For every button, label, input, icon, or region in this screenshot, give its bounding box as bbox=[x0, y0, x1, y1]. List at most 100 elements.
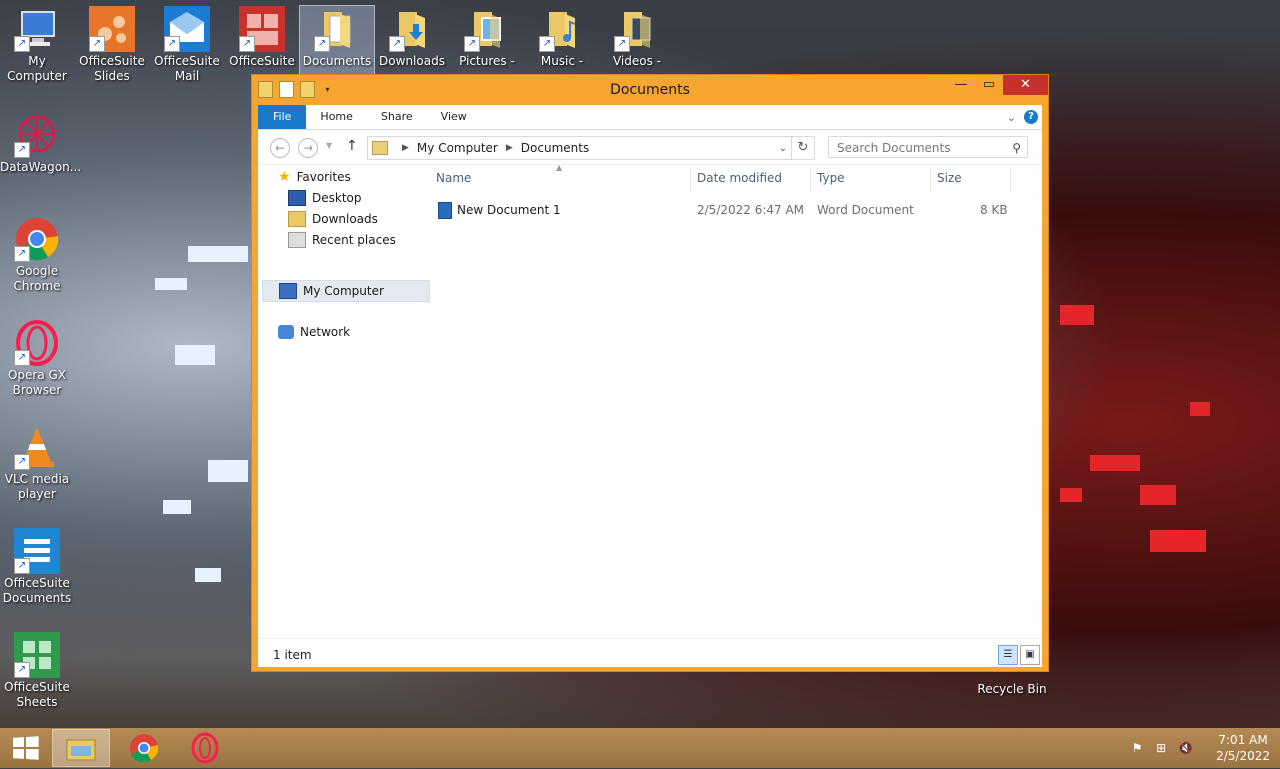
desktop-icon-label: OfficeSuite Sheets bbox=[4, 680, 70, 709]
up-button[interactable]: ↑ bbox=[346, 138, 358, 154]
taskbar-file-explorer[interactable] bbox=[52, 729, 110, 767]
desktop-icon-officesuite-slides[interactable]: ↗ OfficeSuite Slides bbox=[75, 6, 149, 84]
back-button[interactable]: ← bbox=[270, 138, 290, 158]
shortcut-arrow-icon: ↗ bbox=[239, 36, 255, 52]
taskbar: ⚑ ⊞ 🔇 7:01 AM 2/5/2022 bbox=[0, 728, 1280, 768]
desktop-icon-music[interactable]: ↗ Music - bbox=[525, 6, 599, 69]
forward-button[interactable]: → bbox=[298, 138, 318, 158]
nav-recent-places[interactable]: Recent places bbox=[288, 232, 396, 248]
network-icon[interactable]: ⊞ bbox=[1154, 741, 1168, 755]
minimize-button[interactable]: — bbox=[947, 75, 975, 95]
nav-desktop[interactable]: Desktop bbox=[288, 190, 362, 206]
column-name[interactable]: Name bbox=[436, 171, 471, 185]
column-divider[interactable] bbox=[930, 169, 931, 191]
officesuite-sheets-icon: ↗ bbox=[14, 632, 60, 678]
desktop-icon-officesuite[interactable]: ↗ OfficeSuite bbox=[225, 6, 299, 69]
explorer-window: ▾ Documents — ▭ ✕ File Home Share View ⌄… bbox=[251, 74, 1049, 672]
officesuite-mail-icon: ↗ bbox=[164, 6, 210, 52]
tab-home[interactable]: Home bbox=[306, 105, 366, 129]
nav-network[interactable]: Network bbox=[278, 325, 350, 339]
tab-file[interactable]: File bbox=[258, 105, 307, 129]
desktop-icon-opera-gx[interactable]: ↗ Opera GX Browser bbox=[0, 320, 74, 398]
pictures-folder-icon: ↗ bbox=[464, 6, 510, 52]
recent-locations-icon[interactable]: ▼ bbox=[326, 141, 332, 150]
desktop-icon-label: Recycle Bin bbox=[977, 682, 1047, 696]
column-divider[interactable] bbox=[810, 169, 811, 191]
desktop-icon-officesuite-mail[interactable]: ↗ OfficeSuite Mail bbox=[150, 6, 224, 84]
music-folder-icon: ↗ bbox=[539, 6, 585, 52]
desktop-icon-label: OfficeSuite Mail bbox=[154, 54, 220, 83]
maximize-button[interactable]: ▭ bbox=[975, 75, 1003, 95]
title-bar[interactable]: ▾ Documents — ▭ ✕ bbox=[252, 75, 1048, 105]
desktop-icon-label: OfficeSuite Slides bbox=[79, 54, 145, 83]
column-size[interactable]: Size bbox=[937, 171, 962, 185]
file-row[interactable]: New Document 1 2/5/2022 6:47 AM Word Doc… bbox=[436, 201, 1016, 221]
file-date: 2/5/2022 6:47 AM bbox=[697, 203, 805, 217]
chevron-down-icon[interactable]: ⌄ bbox=[775, 143, 791, 154]
desktop-icon-label: Pictures - bbox=[459, 54, 515, 68]
file-name: New Document 1 bbox=[457, 203, 561, 217]
breadcrumb-my-computer[interactable]: My Computer bbox=[417, 141, 498, 155]
desktop-icon-vlc[interactable]: ↗ VLC media player bbox=[0, 424, 74, 502]
desktop-icon-downloads[interactable]: ↗ Downloads - bbox=[375, 6, 449, 84]
desktop-icon-officesuite-documents[interactable]: ↗ OfficeSuite Documents bbox=[0, 528, 74, 606]
desktop-icon-documents[interactable]: ↗ Documents - bbox=[299, 5, 375, 85]
start-button[interactable] bbox=[13, 736, 39, 760]
refresh-icon[interactable]: ↻ bbox=[791, 137, 814, 159]
search-input[interactable]: Search Documents ⚲ bbox=[828, 136, 1028, 158]
wallpaper-block bbox=[1090, 455, 1140, 471]
item-count: 1 item bbox=[273, 648, 312, 662]
wallpaper-block bbox=[1140, 485, 1176, 505]
close-button[interactable]: ✕ bbox=[1003, 75, 1048, 95]
nav-downloads[interactable]: Downloads bbox=[288, 211, 378, 227]
clock-time: 7:01 AM bbox=[1218, 733, 1268, 747]
volume-muted-icon[interactable]: 🔇 bbox=[1178, 741, 1193, 755]
nav-favorites[interactable]: ★ Favorites bbox=[278, 169, 351, 185]
column-divider[interactable] bbox=[690, 169, 691, 191]
column-date-modified[interactable]: Date modified bbox=[697, 171, 782, 185]
shortcut-arrow-icon: ↗ bbox=[614, 36, 630, 52]
opera-icon: ↗ bbox=[14, 320, 60, 366]
details-view-button[interactable]: ☰ bbox=[998, 645, 1018, 665]
downloads-folder-icon: ↗ bbox=[389, 6, 435, 52]
column-divider[interactable] bbox=[1010, 169, 1011, 191]
wallpaper-block bbox=[163, 500, 191, 514]
desktop-icon-label: DataWagon... bbox=[0, 160, 82, 174]
shortcut-arrow-icon: ↗ bbox=[164, 36, 180, 52]
desktop-icon-label: Videos - bbox=[612, 54, 662, 68]
desktop-icon-videos[interactable]: ↗ Videos - bbox=[600, 6, 674, 69]
clock[interactable]: 7:01 AM 2/5/2022 bbox=[1216, 732, 1270, 764]
file-explorer-icon bbox=[66, 739, 96, 761]
column-type[interactable]: Type bbox=[817, 171, 845, 185]
desktop-icon-google-chrome[interactable]: ↗ Google Chrome bbox=[0, 216, 74, 294]
taskbar-opera-gx[interactable] bbox=[177, 730, 233, 766]
address-bar[interactable]: ▶ My Computer ▶ Documents ⌄ ↻ bbox=[367, 136, 815, 160]
tab-share[interactable]: Share bbox=[367, 105, 427, 129]
taskbar-google-chrome[interactable] bbox=[116, 730, 172, 766]
chrome-icon bbox=[130, 734, 159, 763]
shortcut-arrow-icon: ↗ bbox=[14, 350, 30, 366]
desktop-icon-label: My Computer bbox=[7, 54, 67, 83]
desktop-icon-datawagon[interactable]: ↗ DataWagon... bbox=[0, 112, 82, 175]
file-type: Word Document bbox=[817, 203, 914, 217]
system-tray: ⚑ ⊞ 🔇 7:01 AM 2/5/2022 bbox=[1130, 732, 1270, 764]
navigation-pane: ★ Favorites Desktop Downloads Recent pla… bbox=[258, 165, 430, 638]
action-center-flag-icon[interactable]: ⚑ bbox=[1130, 741, 1144, 755]
desktop-icon-pictures[interactable]: ↗ Pictures - bbox=[450, 6, 524, 69]
help-icon[interactable]: ? bbox=[1024, 110, 1038, 124]
desktop-icon-officesuite-sheets[interactable]: ↗ OfficeSuite Sheets bbox=[0, 632, 74, 710]
tab-view[interactable]: View bbox=[427, 105, 481, 129]
search-icon[interactable]: ⚲ bbox=[1012, 137, 1021, 159]
status-bar: 1 item ☰ ▣ bbox=[258, 638, 1042, 667]
breadcrumb-documents[interactable]: Documents bbox=[521, 141, 589, 155]
expand-ribbon-icon[interactable]: ⌄ bbox=[1007, 111, 1016, 124]
computer-icon: ↗ bbox=[14, 6, 60, 52]
officesuite-icon: ↗ bbox=[239, 6, 285, 52]
chevron-right-icon[interactable]: ▶ bbox=[506, 143, 513, 153]
desktop-icon-recycle-bin[interactable]: Recycle Bin bbox=[975, 682, 1049, 697]
search-placeholder: Search Documents bbox=[837, 141, 951, 155]
desktop-icon-my-computer[interactable]: ↗ My Computer bbox=[0, 6, 74, 84]
chevron-right-icon[interactable]: ▶ bbox=[402, 143, 409, 153]
nav-my-computer[interactable]: My Computer bbox=[262, 280, 430, 302]
large-icons-view-button[interactable]: ▣ bbox=[1020, 645, 1040, 665]
